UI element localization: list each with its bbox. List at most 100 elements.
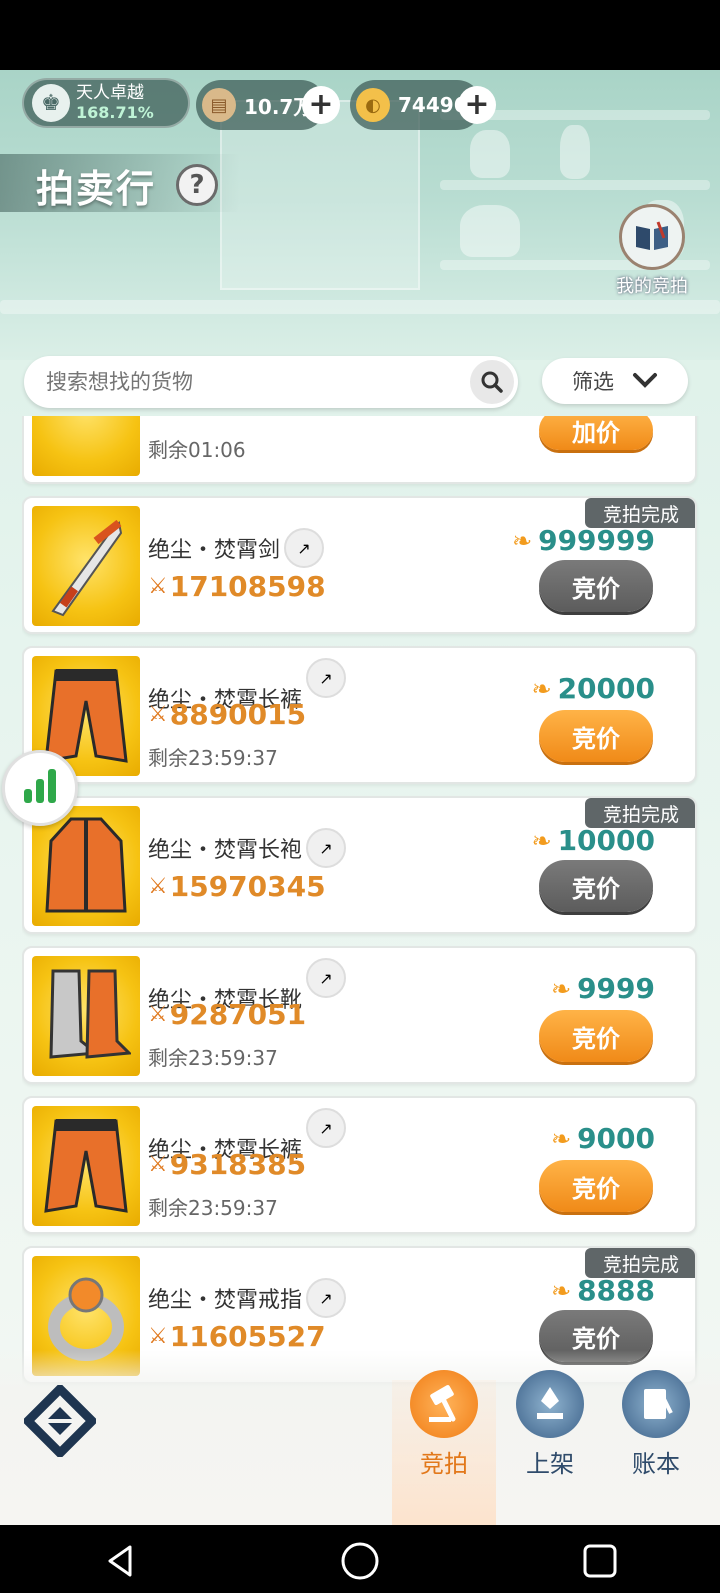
combat-power: 11605527 [169,1320,326,1353]
gavel-icon [410,1370,478,1438]
bid-button[interactable]: 竞价 [539,1010,653,1062]
share-icon[interactable]: ↗ [306,958,346,998]
rank-title: 天人卓越 [76,83,144,103]
tab-ledger[interactable]: 账本 [608,1370,704,1479]
combat-power-icon: ⚔ [148,702,168,727]
auction-card-partial[interactable]: 剩余01:06 加价 [22,416,697,484]
search-button[interactable] [470,360,514,404]
auction-card[interactable]: 绝尘・焚霄长裤 ↗ ⚔ 9318385 剩余23:59:37 ❧ 9000 竞价 [22,1096,697,1234]
recents-button[interactable] [578,1539,622,1583]
page-title: 拍卖行 [36,167,157,211]
filter-dropdown[interactable]: 筛选 [542,358,688,404]
share-icon[interactable]: ↗ [306,1108,346,1148]
recents-square-icon [583,1544,617,1578]
share-icon[interactable]: ↗ [306,1278,346,1318]
rank-avatar-icon: ♚ [32,84,70,122]
item-name: 绝尘・焚霄剑 [148,538,281,563]
bid-price: 10000 [557,824,655,857]
remaining-time: 剩余23:59:37 [148,1046,278,1070]
add-ticket-button[interactable]: + [302,86,340,124]
bid-button[interactable]: 竞价 [539,860,653,912]
filter-label: 筛选 [572,370,614,394]
tab-ledger-label: 账本 [632,1450,680,1478]
status-badge: 竞拍完成 [585,498,695,528]
chevron-down-icon [633,373,657,388]
home-circle-icon [341,1542,379,1580]
auction-card[interactable]: 绝尘・焚霄长袍 ↗ ⚔ 15970345 ❧ 10000 竞价 竞拍完成 [22,796,697,934]
sword-icon [32,506,140,626]
combat-power-icon: ⚔ [148,1152,168,1177]
bid-button[interactable]: 竞价 [539,560,653,612]
bid-price: 20000 [557,672,655,705]
auction-card[interactable]: 绝尘・焚霄长裤 ↗ ⚔ 8890015 剩余23:59:37 ❧ 20000 竞价 [22,646,697,784]
combat-power: 9318385 [169,1148,307,1181]
bid-button[interactable]: 竞价 [539,1160,653,1212]
coin-icon: ❧ [531,826,552,855]
pants-icon [32,1106,140,1226]
bid-price: 9999 [577,972,655,1005]
auction-house-screen: ♚ 天人卓越 168.71% ▤ 10.7万 + ◐ 74496 + 拍卖行 ?… [0,70,720,1525]
coin-currency-icon: ◐ [356,88,390,122]
bid-price: 9000 [577,1122,655,1155]
combat-power: 15970345 [169,870,326,903]
auction-card[interactable]: 绝尘・焚霄长靴 ↗ ⚔ 9287051 剩余23:59:37 ❧ 9999 竞价 [22,946,697,1084]
share-icon[interactable]: ↗ [284,528,324,568]
coin-icon: ❧ [511,526,533,555]
bid-price: 8888 [577,1274,655,1307]
boots-icon [32,956,140,1076]
coin-icon: ❧ [550,974,572,1003]
item-name: 绝尘・焚霄长袍 [148,838,303,863]
help-button[interactable]: ? [176,164,218,206]
coin-icon: ❧ [531,674,552,703]
tab-auction[interactable]: 竞拍 [396,1370,492,1479]
tab-listing[interactable]: 上架 [502,1370,598,1479]
item-name: 绝尘・焚霄戒指 [148,1288,303,1313]
search-input[interactable] [46,364,466,400]
network-signal-button[interactable] [2,750,78,826]
back-button[interactable] [98,1539,142,1583]
ledger-icon [622,1370,690,1438]
bid-price: 999999 [538,524,655,557]
book-icon [619,204,685,270]
raise-bid-button[interactable]: 加价 [539,416,653,450]
app-logo-icon[interactable] [24,1385,96,1457]
signal-icon [24,789,32,803]
combat-power-icon: ⚔ [148,574,168,599]
signal-bar [48,769,56,803]
search-icon [481,371,503,393]
combat-power-icon: ⚔ [148,1002,168,1027]
auction-card[interactable]: 绝尘・焚霄剑 ↗ ⚔ 17108598 ❧ 999999 竞价 竞拍完成 [22,496,697,634]
combat-power: 9287051 [169,998,307,1031]
add-coin-button[interactable]: + [458,86,496,124]
combat-power-icon: ⚔ [148,1324,168,1349]
back-triangle-icon [108,1545,132,1577]
status-badge: 竞拍完成 [585,798,695,828]
combat-power-icon: ⚔ [148,874,168,899]
remaining-time: 剩余23:59:37 [148,746,278,770]
status-badge: 竞拍完成 [585,1248,695,1278]
rank-percent: 168.71% [76,103,154,122]
listing-icon [516,1370,584,1438]
my-bids-button[interactable]: 我的竞拍 [612,204,692,304]
remaining-time: 剩余23:59:37 [148,1196,278,1220]
ring-icon [32,416,140,476]
signal-bar [36,779,44,803]
search-bar[interactable] [24,356,518,408]
share-icon[interactable]: ↗ [306,828,346,868]
combat-power: 17108598 [169,570,326,603]
remaining-time: 剩余01:06 [148,438,246,462]
player-rank-pill[interactable]: ♚ 天人卓越 168.71% [22,78,190,128]
ticket-currency-icon: ▤ [202,88,236,122]
status-bar [0,0,720,70]
combat-power: 8890015 [169,698,307,731]
tab-auction-label: 竞拍 [420,1450,468,1478]
tab-listing-label: 上架 [526,1450,574,1478]
system-navigation-bar [0,1525,720,1593]
coin-icon: ❧ [550,1276,572,1305]
share-icon[interactable]: ↗ [306,658,346,698]
auction-item-list[interactable]: 剩余01:06 加价 绝尘・焚霄剑 ↗ ⚔ 17108598 ❧ 999999 竞价… [22,416,702,1416]
coin-icon: ❧ [550,1124,572,1153]
bid-button[interactable]: 竞价 [539,710,653,762]
home-button[interactable] [338,1539,382,1583]
my-bids-label: 我的竞拍 [616,276,688,297]
